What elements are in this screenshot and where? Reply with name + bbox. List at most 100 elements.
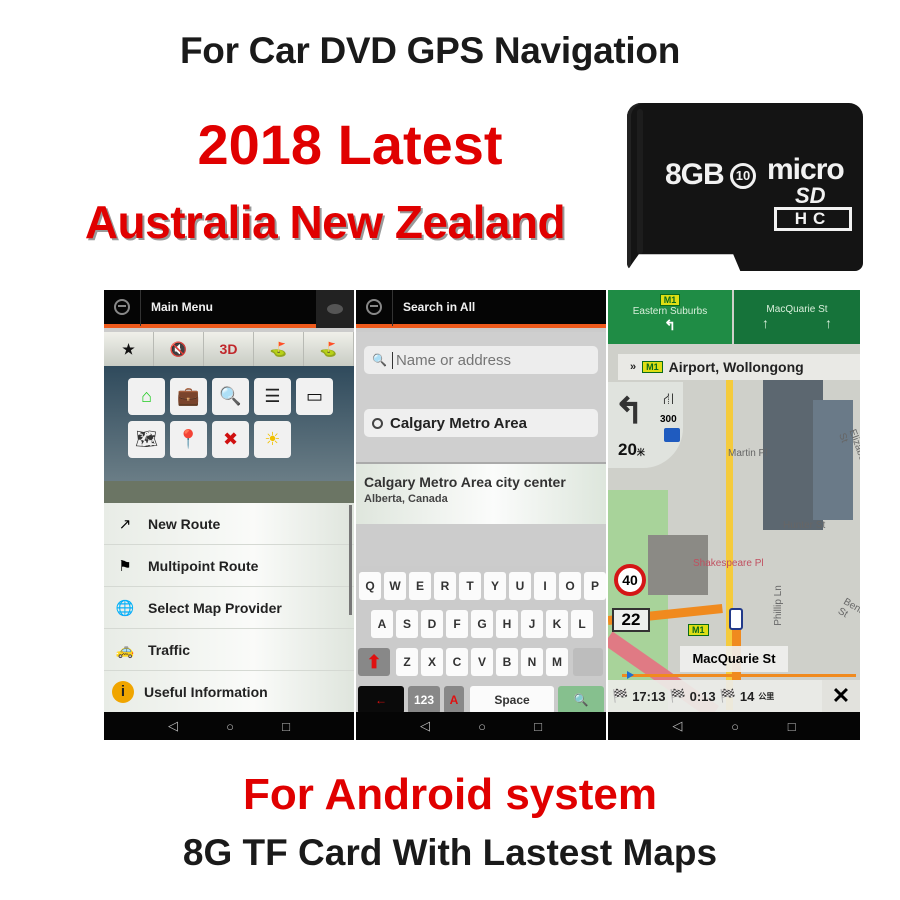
menu-item-label: Traffic (148, 641, 191, 658)
android-navbar: ◁ ○ □ (104, 712, 354, 740)
card-capacity: 8GB (665, 158, 725, 191)
map-search-tile[interactable]: 🔍 (212, 378, 249, 415)
search-result-item[interactable]: Calgary Metro Area city center Alberta, … (356, 462, 606, 524)
android-navbar: ◁ ○ □ (356, 712, 606, 740)
message-button[interactable] (316, 290, 354, 328)
backspace-key[interactable] (573, 648, 603, 676)
shift-key[interactable]: ⬆ (358, 648, 390, 676)
key-d[interactable]: D (421, 610, 443, 638)
micro-logo: micro (767, 153, 845, 186)
key-j[interactable]: J (521, 610, 543, 638)
poi-tile[interactable]: 📍 (170, 421, 207, 458)
next-road-name: Airport, Wollongong (668, 359, 804, 375)
home-circle-icon[interactable]: ○ (478, 719, 486, 734)
progress-marker (626, 671, 634, 679)
shortcut-tiles: ⌂ 💼 🔍 ☰ ▭ 🗺 📍 ✖ ☀ (104, 366, 354, 481)
current-speed: 22 (612, 608, 650, 632)
sun-tile[interactable]: ☀ (254, 421, 291, 458)
menu-item-multipoint-route[interactable]: ⚑ Multipoint Route (104, 545, 354, 587)
recents-icon[interactable]: □ (282, 719, 290, 734)
search-box[interactable]: 🔍 (364, 346, 598, 374)
key-v[interactable]: V (471, 648, 493, 676)
back-icon[interactable]: ◁ (672, 718, 682, 734)
key-b[interactable]: B (496, 648, 518, 676)
back-icon[interactable]: ◁ (168, 718, 178, 734)
key-g[interactable]: G (471, 610, 493, 638)
home-circle-icon[interactable]: ○ (226, 719, 234, 734)
recents-icon[interactable]: □ (788, 719, 796, 734)
star-icon: ★ (122, 340, 135, 357)
language-key[interactable]: A (444, 686, 464, 714)
home-tile[interactable]: ⌂ (128, 378, 165, 415)
finish-flag-icon: 🏁 (612, 688, 629, 703)
numbers-key[interactable]: 123 (408, 686, 440, 714)
finish-flag-clock-icon: 🏁 (669, 688, 686, 703)
speed-class-badge: 10 (730, 163, 756, 189)
back-key[interactable]: ← (358, 686, 404, 714)
key-o[interactable]: O (559, 572, 581, 600)
steering-wheel-icon[interactable] (366, 299, 382, 315)
star-button[interactable]: ★ (104, 332, 154, 366)
key-q[interactable]: Q (359, 572, 381, 600)
key-k[interactable]: K (546, 610, 568, 638)
key-y[interactable]: Y (484, 572, 506, 600)
close-navigation-button[interactable]: ✕ (822, 680, 860, 712)
search-input[interactable] (391, 351, 592, 369)
key-f[interactable]: F (446, 610, 468, 638)
toll-icon (664, 428, 680, 442)
key-t[interactable]: T (459, 572, 481, 600)
key-n[interactable]: N (521, 648, 543, 676)
vehicle-position-icon (729, 608, 743, 630)
list-tile[interactable]: ☰ (254, 378, 291, 415)
key-e[interactable]: E (409, 572, 431, 600)
key-i[interactable]: I (534, 572, 556, 600)
add-waypoint-button[interactable]: ⛳ (254, 332, 304, 366)
street-label: Bent St (835, 596, 860, 621)
remove-waypoint-button[interactable]: ⛳ (304, 332, 354, 366)
android-navbar: ◁ ○ □ (608, 712, 860, 740)
recents-icon[interactable]: □ (534, 719, 542, 734)
map-search-icon: 🔍 (219, 386, 242, 406)
sign-destination: MacQuarie St (766, 304, 828, 315)
key-u[interactable]: U (509, 572, 531, 600)
mute-button[interactable]: 🔇 (154, 332, 204, 366)
result-title: Calgary Metro Area city center (364, 474, 566, 490)
work-icon: 💼 (177, 386, 200, 406)
menu-item-new-route[interactable]: ↗ New Route (104, 503, 354, 545)
route-shield: M1 (642, 361, 663, 373)
3d-button[interactable]: 3D (204, 332, 254, 366)
search-go-key[interactable]: 🔍 (558, 686, 604, 714)
menu-item-label: Useful Information (144, 683, 268, 700)
menu-item-select-map-provider[interactable]: 🌐 Select Map Provider (104, 587, 354, 629)
menu-item-useful-information[interactable]: i Useful Information (104, 671, 354, 713)
key-r[interactable]: R (434, 572, 456, 600)
map-canvas[interactable]: Martin Pl Hunter St Shakespeare Pl Phill… (608, 290, 860, 740)
key-w[interactable]: W (384, 572, 406, 600)
space-key[interactable]: Space (470, 686, 554, 714)
key-s[interactable]: S (396, 610, 418, 638)
current-street: MacQuarie St (680, 646, 788, 672)
no-traffic-tile[interactable]: ✖ (212, 421, 249, 458)
key-m[interactable]: M (546, 648, 568, 676)
key-z[interactable]: Z (396, 648, 418, 676)
search-location-button[interactable]: Calgary Metro Area (364, 409, 598, 437)
screen-tile[interactable]: ▭ (296, 378, 333, 415)
mute-icon: 🔇 (169, 340, 188, 357)
steering-wheel-icon[interactable] (114, 299, 130, 315)
key-a[interactable]: A (371, 610, 393, 638)
key-c[interactable]: C (446, 648, 468, 676)
map-tile[interactable]: 🗺 (128, 421, 165, 458)
key-l[interactable]: L (571, 610, 593, 638)
poi-icon: 📍 (177, 429, 200, 449)
work-tile[interactable]: 💼 (170, 378, 207, 415)
list-icon: ☰ (264, 386, 281, 406)
home-circle-icon[interactable]: ○ (731, 719, 739, 734)
menu-scrollbar[interactable] (349, 505, 352, 615)
microsd-card-image: 8GB 10 micro SD HC (627, 103, 863, 271)
menu-item-traffic[interactable]: 🚕 Traffic (104, 629, 354, 671)
back-icon[interactable]: ◁ (420, 718, 430, 734)
key-h[interactable]: H (496, 610, 518, 638)
key-p[interactable]: P (584, 572, 606, 600)
key-x[interactable]: X (421, 648, 443, 676)
headline-android: For Android system (243, 770, 657, 819)
